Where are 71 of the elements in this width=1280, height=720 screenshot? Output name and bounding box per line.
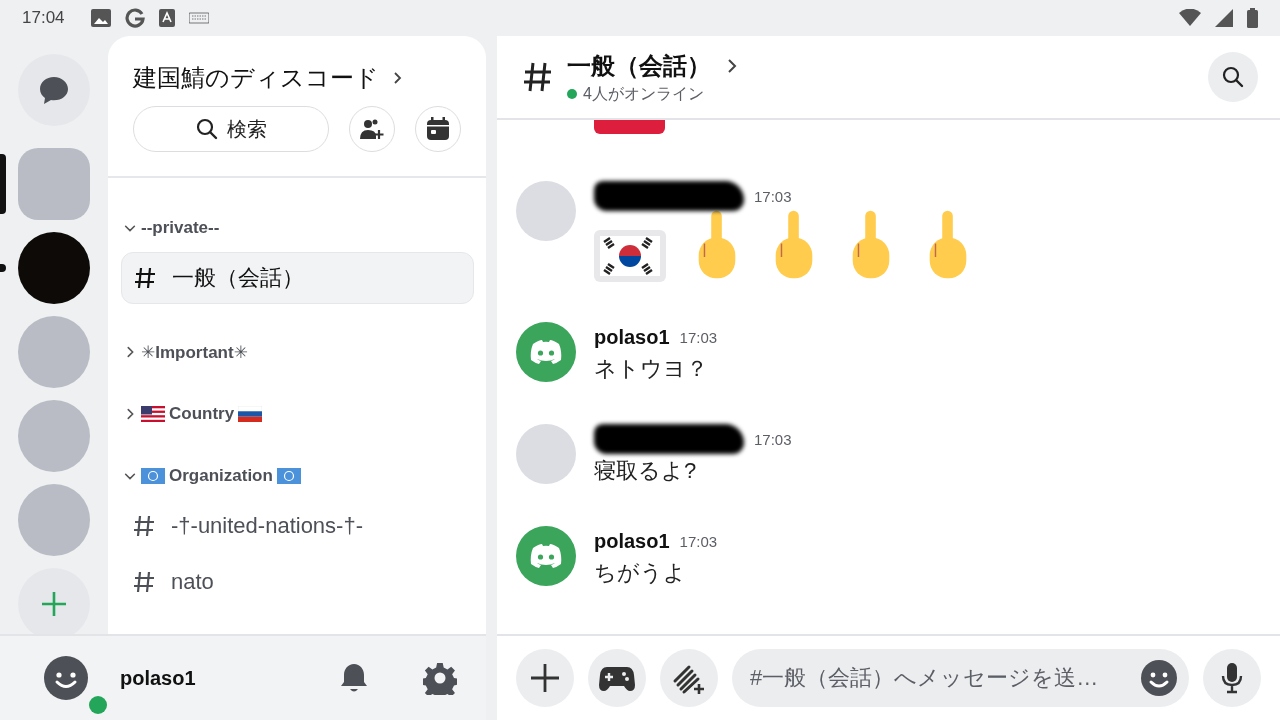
settings-button[interactable] [422,661,458,695]
plus-icon [41,591,67,617]
flag-icon [141,406,165,422]
channel-name: 一般（会話） [172,264,304,292]
battery-icon [1247,8,1258,28]
category-header[interactable]: Country [121,400,474,428]
default-avatar-icon [516,322,576,382]
flag-emoji-icon [594,230,666,282]
message-author: polaso1 [594,529,670,553]
username: polaso1 [120,666,197,690]
flag-icon [276,468,301,484]
channel-item[interactable]: nato [121,556,474,608]
flag-icon [238,406,263,422]
invite-button[interactable] [349,106,395,152]
message-text: ちがうよ [594,559,687,587]
channel-item[interactable]: 一般（会話） [121,252,474,304]
category-header[interactable]: Organization [121,462,474,490]
message-time: 17:03 [754,187,792,205]
channel-title: 一般（会話） [567,50,711,81]
server-name[interactable]: 建国鯖のディスコード [133,62,379,94]
channel-name: nato [171,569,214,595]
font-icon [158,9,175,27]
chevron-right-icon [393,71,403,85]
category-name: Country [169,404,235,424]
channel-name: -†-united-nations-†- [171,513,363,539]
add-people-icon [359,117,385,141]
hash-icon [133,570,155,594]
chat-bubble-icon [38,75,70,105]
category-header[interactable]: --private-- [121,214,474,242]
g-logo-icon [124,8,145,28]
hash-icon [133,514,155,538]
smiley-icon [1141,660,1177,696]
online-count: 4人がオンライン [583,83,704,104]
search-button[interactable]: 検索 [133,106,329,152]
category-name: Organization [169,466,273,486]
image-icon [90,9,111,27]
keyboard-icon [188,12,209,24]
plus-icon [530,663,560,693]
search-icon [195,117,219,141]
status-time: 17:04 [22,8,65,28]
message-text: ネトウヨ？ [594,355,709,383]
avatar-placeholder [516,424,576,484]
message-author: polaso1 [594,325,670,349]
category-header[interactable]: ✳Important✳ [121,338,474,366]
default-avatar-icon [516,526,576,586]
user-avatar-icon [44,656,88,700]
search-button[interactable] [1208,52,1258,102]
flag-icon [141,468,165,484]
bell-icon [339,662,369,694]
settings-icon [423,661,457,695]
signal-icon [1215,9,1233,27]
message-input[interactable]: #一般（会話）へメッセージを送… [732,649,1189,707]
events-button[interactable] [415,106,461,152]
hash-icon [134,266,156,290]
online-dot-icon [567,89,577,99]
gamepad-icon [599,664,635,692]
calendar-icon [426,117,450,141]
message-text: 寝取るよ? [594,457,698,485]
search-icon [1221,65,1245,89]
wifi-icon [1179,9,1201,27]
hash-icon [523,61,553,93]
message-time: 17:03 [754,430,792,448]
avatar-placeholder [516,181,576,241]
emoji-button[interactable] [1141,660,1177,696]
chevron-right-icon [727,57,737,74]
category-name: --private-- [141,218,220,238]
microphone-icon [1220,662,1244,694]
channel-item[interactable]: -†-united-nations-†- [121,500,474,552]
message-time: 17:03 [679,532,718,550]
category-name: ✳Important✳ [141,341,248,363]
message-time: 17:03 [679,328,718,346]
